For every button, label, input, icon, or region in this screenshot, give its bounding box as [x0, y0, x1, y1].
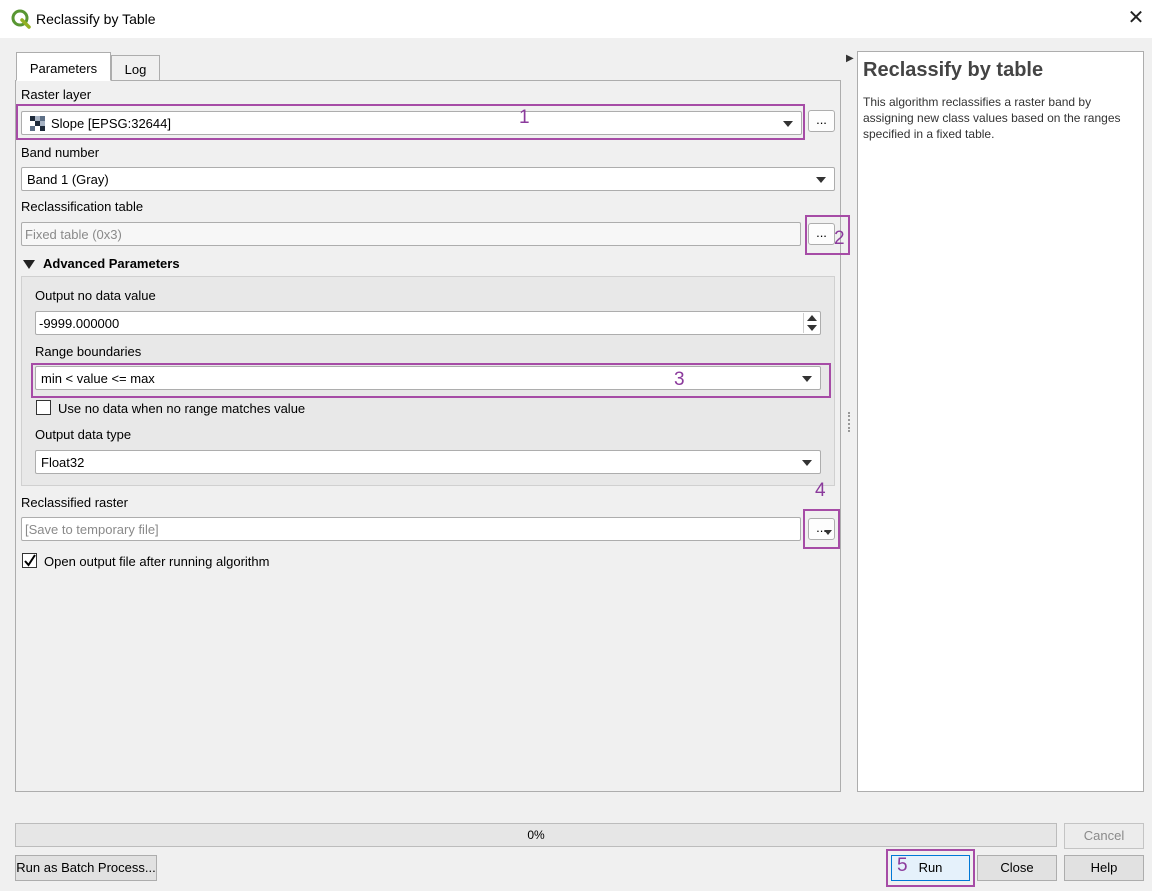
- tab-parameters[interactable]: Parameters: [16, 52, 111, 81]
- reclassified-raster-field[interactable]: [Save to temporary file]: [21, 517, 801, 541]
- checkmark-icon: [24, 554, 36, 567]
- raster-layer-label: Raster layer: [21, 87, 92, 102]
- chevron-down-icon: [783, 121, 793, 127]
- reclass-table-label: Reclassification table: [21, 199, 144, 214]
- help-description: This algorithm reclassifies a raster ban…: [863, 95, 1121, 141]
- range-boundaries-label: Range boundaries: [35, 344, 142, 359]
- annotation-number-5: 5: [897, 855, 908, 876]
- reclass-table-field: Fixed table (0x3): [21, 222, 801, 246]
- open-output-checkbox[interactable]: [22, 553, 37, 568]
- advanced-parameters-header[interactable]: Advanced Parameters: [43, 256, 180, 271]
- chevron-down-icon: [802, 376, 812, 382]
- window-title: Reclassify by Table: [36, 11, 156, 27]
- spin-down-icon[interactable]: [807, 325, 817, 331]
- band-number-value: Band 1 (Gray): [27, 172, 109, 187]
- cancel-button[interactable]: Cancel: [1064, 823, 1144, 849]
- output-type-value: Float32: [41, 455, 85, 470]
- close-button[interactable]: Close: [977, 855, 1057, 881]
- annotation-number-4: 4: [815, 480, 826, 501]
- range-boundaries-combo[interactable]: min < value <= max: [35, 366, 821, 390]
- raster-layer-icon: [30, 116, 46, 132]
- reclass-table-value: Fixed table (0x3): [25, 227, 122, 242]
- tab-log[interactable]: Log: [111, 55, 160, 81]
- title-bar: Reclassify by Table ✕: [0, 0, 1152, 38]
- progress-bar: 0%: [15, 823, 1057, 847]
- annotation-number-3: 3: [674, 369, 685, 390]
- dropdown-arrow-icon: [824, 530, 832, 535]
- open-output-label: Open output file after running algorithm: [44, 554, 270, 569]
- reclassified-raster-label: Reclassified raster: [21, 495, 128, 510]
- splitter-grip-icon[interactable]: [848, 412, 850, 432]
- run-as-batch-button[interactable]: Run as Batch Process...: [15, 855, 157, 881]
- qgis-logo-icon: [11, 9, 31, 29]
- spin-buttons[interactable]: [803, 313, 819, 333]
- close-window-icon[interactable]: ✕: [1124, 8, 1148, 30]
- band-number-combo[interactable]: Band 1 (Gray): [21, 167, 835, 191]
- raster-layer-combo[interactable]: Slope [EPSG:32644]: [21, 111, 802, 135]
- band-number-label: Band number: [21, 145, 100, 160]
- help-button[interactable]: Help: [1064, 855, 1144, 881]
- raster-layer-browse-button[interactable]: ...: [808, 110, 835, 132]
- use-no-data-checkbox[interactable]: [36, 400, 51, 415]
- annotation-number-2: 2: [834, 228, 845, 249]
- help-title: Reclassify by table: [863, 59, 1044, 81]
- no-data-value: -9999.000000: [39, 316, 120, 331]
- output-type-combo[interactable]: Float32: [35, 450, 821, 474]
- annotation-number-1: 1: [519, 107, 530, 128]
- spin-up-icon[interactable]: [807, 315, 817, 321]
- reclass-table-edit-button[interactable]: ...: [808, 223, 835, 245]
- chevron-down-icon: [802, 460, 812, 466]
- raster-layer-value: Slope [EPSG:32644]: [51, 116, 171, 131]
- no-data-label: Output no data value: [35, 288, 156, 303]
- no-data-spinbox[interactable]: -9999.000000: [35, 311, 821, 335]
- range-boundaries-value: min < value <= max: [41, 371, 155, 386]
- progress-label: 0%: [527, 828, 545, 842]
- reclassified-raster-browse-button[interactable]: ...: [808, 518, 835, 540]
- reclassified-raster-placeholder: [Save to temporary file]: [25, 522, 159, 537]
- output-type-label: Output data type: [35, 427, 132, 442]
- collapse-triangle-icon[interactable]: [23, 260, 35, 270]
- chevron-down-icon: [816, 177, 826, 183]
- use-no-data-label: Use no data when no range matches value: [58, 401, 306, 416]
- splitter-arrow-icon[interactable]: ▶: [846, 53, 854, 64]
- help-panel: Reclassify by table This algorithm recla…: [857, 51, 1144, 792]
